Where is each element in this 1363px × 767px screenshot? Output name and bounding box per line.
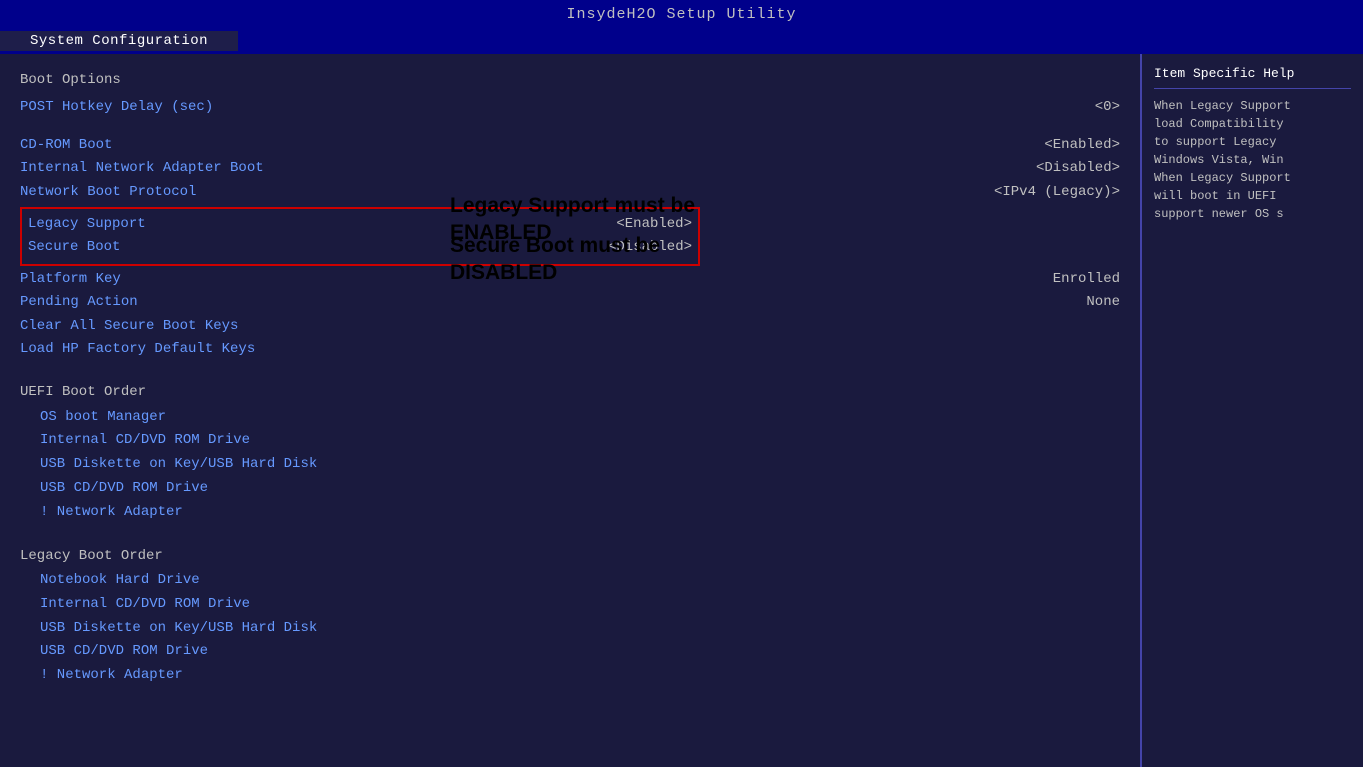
- right-panel: Item Specific Help When Legacy Support l…: [1140, 54, 1363, 767]
- uefi-item-0[interactable]: OS boot Manager: [20, 406, 1120, 430]
- uefi-item-2[interactable]: USB Diskette on Key/USB Hard Disk: [20, 453, 1120, 477]
- cd-rom-boot-value: <Enabled>: [960, 134, 1120, 156]
- post-hotkey-label: POST Hotkey Delay (sec): [20, 96, 960, 118]
- legacy-item-2[interactable]: USB Diskette on Key/USB Hard Disk: [20, 617, 1120, 641]
- legacy-boot-order-label: Legacy Boot Order: [20, 545, 1120, 567]
- cd-rom-boot-row[interactable]: CD-ROM Boot <Enabled>: [20, 134, 1120, 156]
- network-boot-protocol-value: <IPv4 (Legacy)>: [960, 181, 1120, 203]
- legacy-item-0[interactable]: Notebook Hard Drive: [20, 569, 1120, 593]
- uefi-item-4[interactable]: ! Network Adapter: [20, 501, 1120, 525]
- legacy-item-3[interactable]: USB CD/DVD ROM Drive: [20, 640, 1120, 664]
- uefi-item-1[interactable]: Internal CD/DVD ROM Drive: [20, 429, 1120, 453]
- top-bar: InsydeH2O Setup Utility: [0, 0, 1363, 28]
- pending-action-row[interactable]: Pending Action None: [20, 291, 1120, 313]
- load-keys-label: Load HP Factory Default Keys: [20, 338, 1120, 360]
- main-content: Boot Options POST Hotkey Delay (sec) <0>…: [0, 54, 1363, 767]
- boot-options-row: Boot Options: [20, 69, 1120, 95]
- legacy-item-4[interactable]: ! Network Adapter: [20, 664, 1120, 688]
- post-hotkey-row[interactable]: POST Hotkey Delay (sec) <0>: [20, 96, 1120, 118]
- tab-system-configuration[interactable]: System Configuration: [0, 31, 238, 51]
- uefi-boot-order-label: UEFI Boot Order: [20, 381, 1120, 403]
- tab-bar: System Configuration: [0, 28, 1363, 54]
- right-panel-title: Item Specific Help: [1154, 64, 1351, 89]
- clear-keys-label: Clear All Secure Boot Keys: [20, 315, 1120, 337]
- post-hotkey-value: <0>: [960, 96, 1120, 118]
- pending-action-label: Pending Action: [20, 291, 960, 313]
- app-title: InsydeH2O Setup Utility: [566, 6, 796, 23]
- instruction-secure: Secure Boot must beDISABLED: [450, 232, 660, 287]
- cd-rom-boot-label: CD-ROM Boot: [20, 134, 960, 156]
- left-panel: Boot Options POST Hotkey Delay (sec) <0>…: [0, 54, 1140, 767]
- internal-network-value: <Disabled>: [960, 157, 1120, 179]
- platform-key-value: Enrolled: [960, 268, 1120, 290]
- uefi-item-3[interactable]: USB CD/DVD ROM Drive: [20, 477, 1120, 501]
- internal-network-label: Internal Network Adapter Boot: [20, 157, 960, 179]
- internal-network-row[interactable]: Internal Network Adapter Boot <Disabled>: [20, 157, 1120, 179]
- boot-options-label: Boot Options: [20, 69, 121, 91]
- pending-action-value: None: [960, 291, 1120, 313]
- right-panel-text: When Legacy Support load Compatibility t…: [1154, 97, 1351, 223]
- load-keys-row[interactable]: Load HP Factory Default Keys: [20, 338, 1120, 360]
- clear-keys-row[interactable]: Clear All Secure Boot Keys: [20, 315, 1120, 337]
- legacy-item-1[interactable]: Internal CD/DVD ROM Drive: [20, 593, 1120, 617]
